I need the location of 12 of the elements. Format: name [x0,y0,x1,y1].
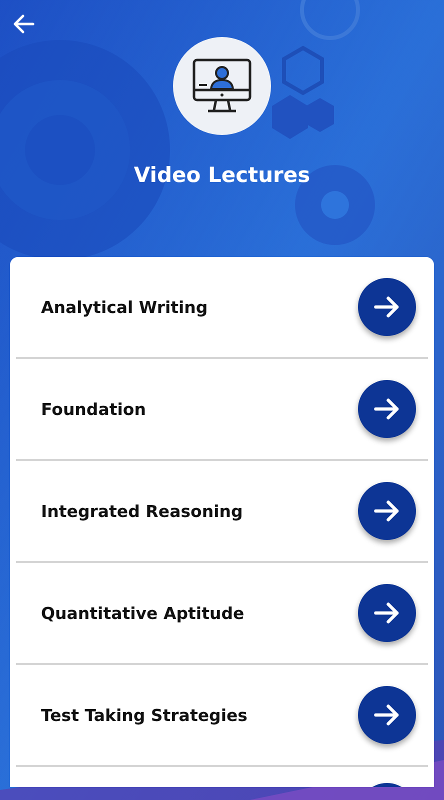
arrow-button[interactable] [358,380,416,438]
lecture-title[interactable]: Integrated Reasoning [41,502,243,520]
arrow-button[interactable] [358,278,416,336]
arrow-button[interactable] [358,584,416,642]
lecture-title[interactable]: Analytical Writing [41,298,208,316]
back-arrow-icon[interactable] [12,12,36,36]
lecture-title[interactable]: Test Taking Strategies [41,706,248,724]
lecture-title[interactable]: Foundation [41,400,146,418]
arrow-button[interactable] [358,482,416,540]
lecture-title[interactable]: Quantitative Aptitude [41,604,244,622]
page-title: Video Lectures [134,163,310,187]
arrow-button[interactable] [358,686,416,744]
